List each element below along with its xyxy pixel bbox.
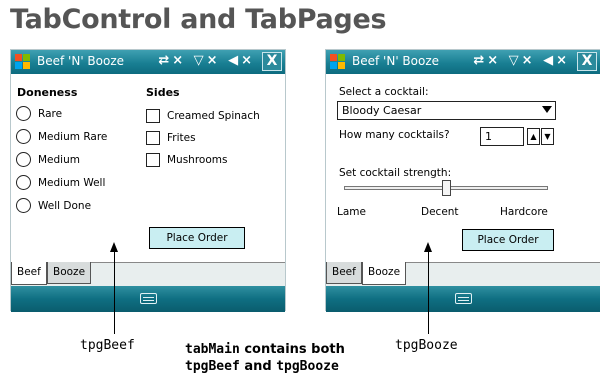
radio-icon[interactable] <box>16 129 31 144</box>
radio-label: Medium Well <box>38 176 106 189</box>
note-text: contains both <box>239 342 345 357</box>
callout-tpgbooze: tpgBooze <box>395 338 458 353</box>
cocktail-dropdown-value: Bloody Caesar <box>342 104 422 117</box>
chevron-down-icon[interactable] <box>542 106 552 113</box>
place-order-button[interactable]: Place Order <box>149 227 245 249</box>
device-booze-screen: Beef 'N' Booze ⇄× ▽× ◀× X Select a cockt… <box>325 49 600 312</box>
note-code-tabmain: tabMain <box>185 342 240 357</box>
menu-bar <box>326 286 600 312</box>
tab-strip: Beef Booze <box>326 262 600 286</box>
radio-icon[interactable] <box>16 175 31 190</box>
app-title: Beef 'N' Booze <box>37 54 125 68</box>
keyboard-icon[interactable] <box>140 293 157 304</box>
slide-title: TabControl and TabPages <box>10 4 387 35</box>
app-title: Beef 'N' Booze <box>352 54 440 68</box>
close-button[interactable]: X <box>577 52 597 71</box>
radio-well-done[interactable]: Well Done <box>16 198 91 213</box>
radio-label: Medium <box>38 153 80 166</box>
tab-beef[interactable]: Beef <box>326 262 362 284</box>
radio-label: Rare <box>38 107 63 120</box>
spin-down-icon[interactable]: ▼ <box>541 128 554 145</box>
radio-medium-rare[interactable]: Medium Rare <box>16 129 107 144</box>
doneness-heading: Doneness <box>17 86 78 99</box>
checkbox-creamed-spinach[interactable]: Creamed Spinach <box>146 109 260 123</box>
note-text: and <box>239 359 277 374</box>
radio-label: Well Done <box>38 199 92 212</box>
checkbox-icon[interactable] <box>146 153 160 167</box>
tabmain-note: tabMain contains both tpgBeef and tpgBoo… <box>185 341 345 375</box>
pointer-line <box>114 250 115 334</box>
checkbox-label: Frites <box>167 132 196 144</box>
tab-page-booze: Select a cocktail: Bloody Caesar How man… <box>326 74 600 262</box>
checkbox-label: Creamed Spinach <box>167 110 260 122</box>
quantity-label: How many cocktails? <box>339 129 450 141</box>
radio-label: Medium Rare <box>38 130 108 143</box>
tab-booze[interactable]: Booze <box>362 262 407 285</box>
tab-strip: Beef Booze <box>11 262 285 286</box>
radio-medium[interactable]: Medium <box>16 152 80 167</box>
checkbox-icon[interactable] <box>146 109 160 123</box>
radio-icon[interactable] <box>16 198 31 213</box>
strength-slider-thumb[interactable] <box>441 180 451 196</box>
tick-label-hardcore: Hardcore <box>500 206 548 218</box>
sides-heading: Sides <box>146 86 180 99</box>
menu-bar <box>11 286 285 312</box>
callout-tpgbeef: tpgBeef <box>80 338 135 353</box>
close-button[interactable]: X <box>262 52 282 71</box>
select-cocktail-label: Select a cocktail: <box>339 86 429 98</box>
quantity-stepper-input[interactable]: 1 <box>480 127 524 146</box>
radio-icon[interactable] <box>16 106 31 121</box>
status-icons: ⇄× ▽× ◀× <box>473 53 570 68</box>
radio-icon[interactable] <box>16 152 31 167</box>
checkbox-label: Mushrooms <box>167 154 228 166</box>
tab-booze[interactable]: Booze <box>47 262 92 284</box>
windows-start-icon[interactable] <box>329 53 347 71</box>
spin-up-icon[interactable]: ▲ <box>527 128 540 145</box>
note-code-tpgbooze: tpgBooze <box>276 359 339 374</box>
radio-medium-well[interactable]: Medium Well <box>16 175 105 190</box>
pointer-line <box>428 250 429 334</box>
tick-label-decent: Decent <box>421 206 459 218</box>
status-icons: ⇄× ▽× ◀× <box>158 53 255 68</box>
cocktail-dropdown[interactable]: Bloody Caesar <box>337 101 556 120</box>
tab-beef[interactable]: Beef <box>11 262 47 285</box>
tab-page-beef: Doneness Rare Medium Rare Medium Medium … <box>11 74 285 262</box>
title-bar: Beef 'N' Booze ⇄× ▽× ◀× X <box>11 50 285 74</box>
checkbox-icon[interactable] <box>146 131 160 145</box>
place-order-button[interactable]: Place Order <box>462 229 554 251</box>
tick-label-lame: Lame <box>337 206 366 218</box>
radio-rare[interactable]: Rare <box>16 106 62 121</box>
checkbox-mushrooms[interactable]: Mushrooms <box>146 153 227 167</box>
quantity-value: 1 <box>485 130 492 143</box>
windows-start-icon[interactable] <box>14 53 32 71</box>
note-code-tpgbeef: tpgBeef <box>185 359 240 374</box>
title-bar: Beef 'N' Booze ⇄× ▽× ◀× X <box>326 50 600 74</box>
strength-label: Set cocktail strength: <box>339 167 452 179</box>
keyboard-icon[interactable] <box>455 293 472 304</box>
device-beef-screen: Beef 'N' Booze ⇄× ▽× ◀× X Doneness Rare … <box>10 49 286 312</box>
checkbox-frites[interactable]: Frites <box>146 131 196 145</box>
